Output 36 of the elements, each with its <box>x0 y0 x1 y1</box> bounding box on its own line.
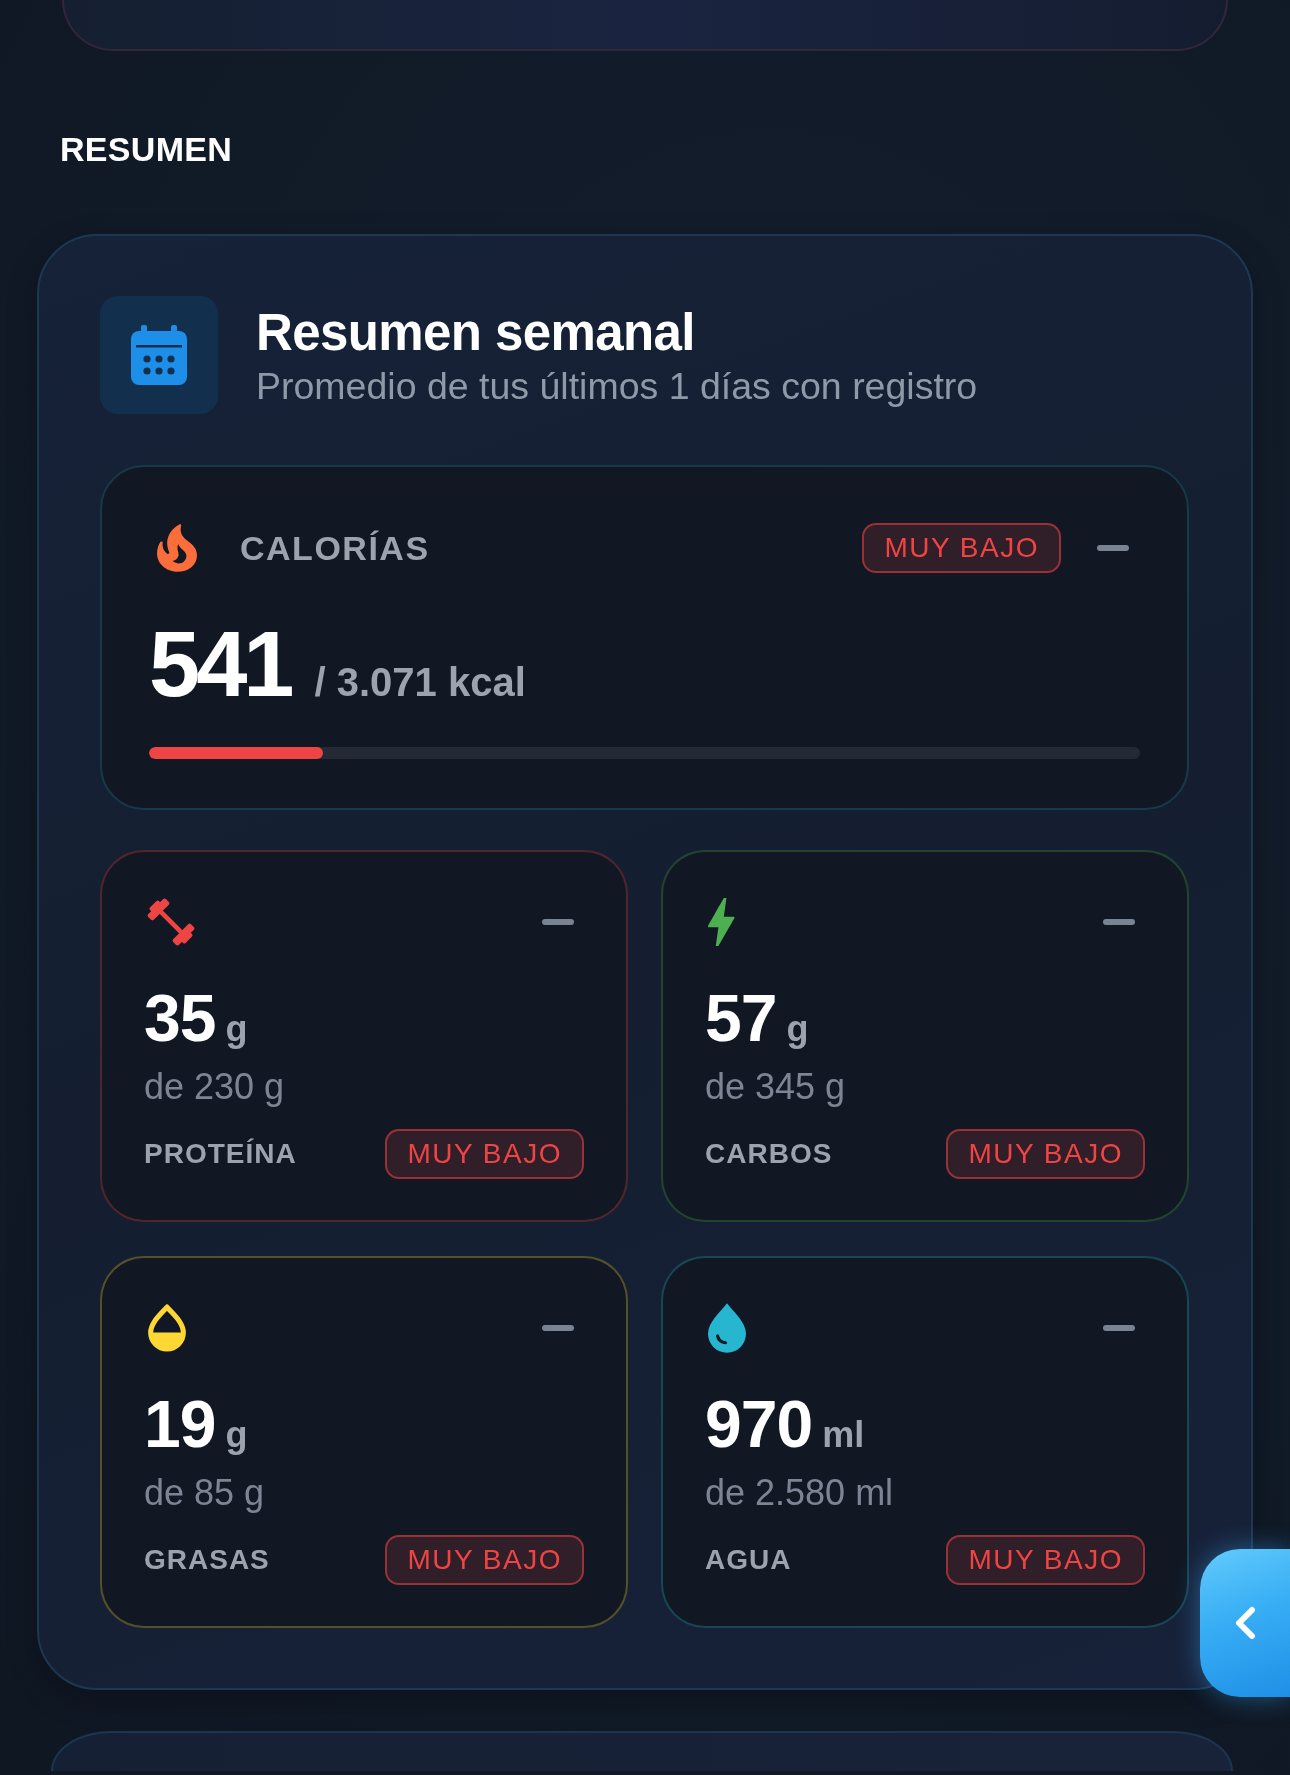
metric-value: 19 <box>144 1391 216 1457</box>
metric-value: 970 <box>705 1391 813 1457</box>
dash-icon <box>1097 545 1129 551</box>
metric-label: PROTEÍNA <box>144 1138 297 1170</box>
metric-unit: g <box>225 1414 248 1456</box>
calendar-icon <box>100 296 218 414</box>
metric-target: de 345 g <box>705 1067 846 1107</box>
dash-icon <box>1103 1325 1135 1331</box>
flame-icon <box>157 524 197 572</box>
dash-icon <box>1103 919 1135 925</box>
metric-target: de 230 g <box>144 1067 285 1107</box>
calories-target: / 3.071 kcal <box>314 660 526 705</box>
status-badge: MUY BAJO <box>946 1535 1145 1585</box>
collapse-button[interactable] <box>1200 1549 1290 1697</box>
metric-label: AGUA <box>705 1544 792 1576</box>
metric-label: GRASAS <box>144 1544 270 1576</box>
calories-label: CALORÍAS <box>240 528 430 568</box>
metric-target: de 85 g <box>144 1473 265 1513</box>
status-badge: MUY BAJO <box>385 1129 584 1179</box>
metric-unit: ml <box>822 1414 865 1456</box>
status-badge: MUY BAJO <box>385 1535 584 1585</box>
card-title: Resumen semanal <box>256 305 696 361</box>
card-subtitle: Promedio de tus últimos 1 días con registro <box>256 364 978 409</box>
dash-icon <box>542 1325 574 1331</box>
dash-icon <box>542 919 574 925</box>
calories-value: 541 <box>149 618 291 710</box>
metric-label: CARBOS <box>705 1138 833 1170</box>
metric-unit: g <box>786 1008 809 1050</box>
section-title: RESUMEN <box>60 129 233 169</box>
metric-value: 35 <box>144 985 216 1051</box>
metric-unit: g <box>225 1008 248 1050</box>
status-badge: MUY BAJO <box>862 523 1061 573</box>
metric-value: 57 <box>705 985 777 1051</box>
metric-target: de 2.580 ml <box>705 1473 894 1513</box>
status-badge: MUY BAJO <box>946 1129 1145 1179</box>
chevron-left-icon <box>1234 1606 1256 1640</box>
